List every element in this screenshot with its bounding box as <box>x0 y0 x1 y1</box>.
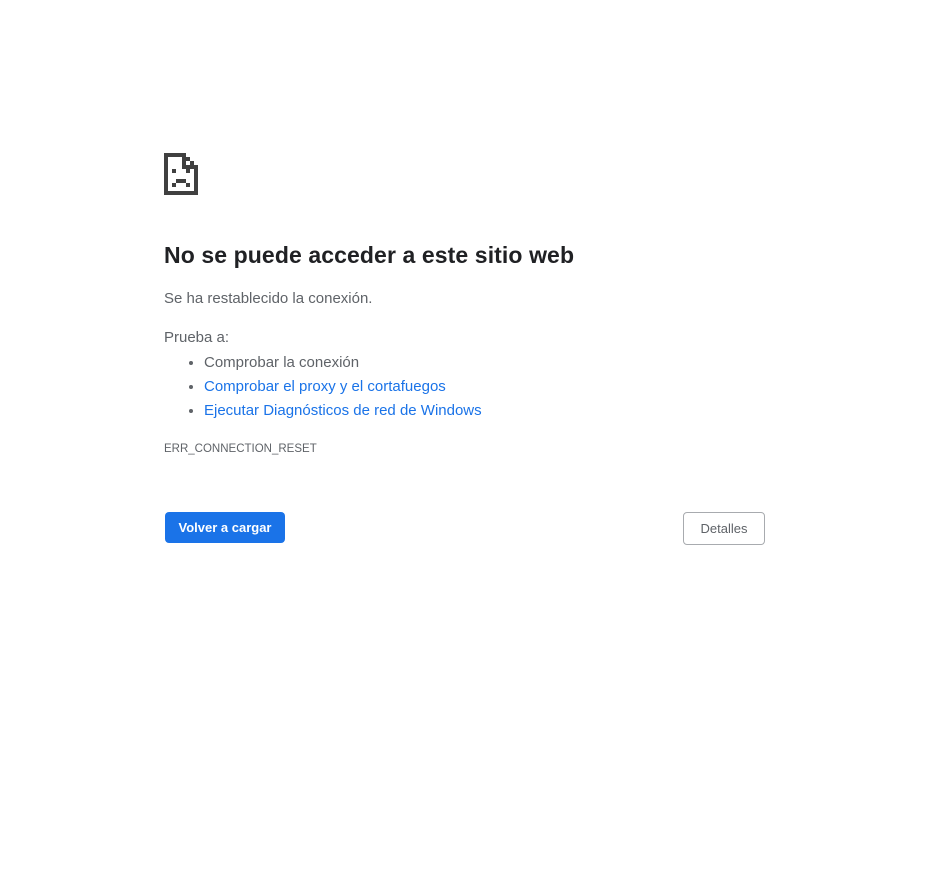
error-message: Se ha restablecido la conexión. <box>164 290 373 307</box>
error-code: ERR_CONNECTION_RESET <box>164 443 317 455</box>
run-diagnostics-link[interactable]: Ejecutar Diagnósticos de red de Windows <box>204 402 482 419</box>
suggestion-check-connection: Comprobar la conexión <box>204 352 482 376</box>
check-proxy-link[interactable]: Comprobar el proxy y el cortafuegos <box>204 378 446 395</box>
reload-button[interactable]: Volver a cargar <box>165 512 285 543</box>
sad-document-icon <box>164 153 200 197</box>
suggestion-label: Comprobar la conexión <box>204 354 360 371</box>
page-title: No se puede acceder a este sitio web <box>164 242 575 268</box>
error-page: No se puede acceder a este sitio web Se … <box>0 0 929 879</box>
suggestions-heading: Prueba a: <box>164 329 230 346</box>
details-button[interactable]: Detalles <box>683 512 765 545</box>
suggestion-run-diagnostics: Ejecutar Diagnósticos de red de Windows <box>204 400 482 424</box>
suggestions-list: Comprobar la conexión Comprobar el proxy… <box>164 352 482 424</box>
suggestion-check-proxy: Comprobar el proxy y el cortafuegos <box>204 376 482 400</box>
